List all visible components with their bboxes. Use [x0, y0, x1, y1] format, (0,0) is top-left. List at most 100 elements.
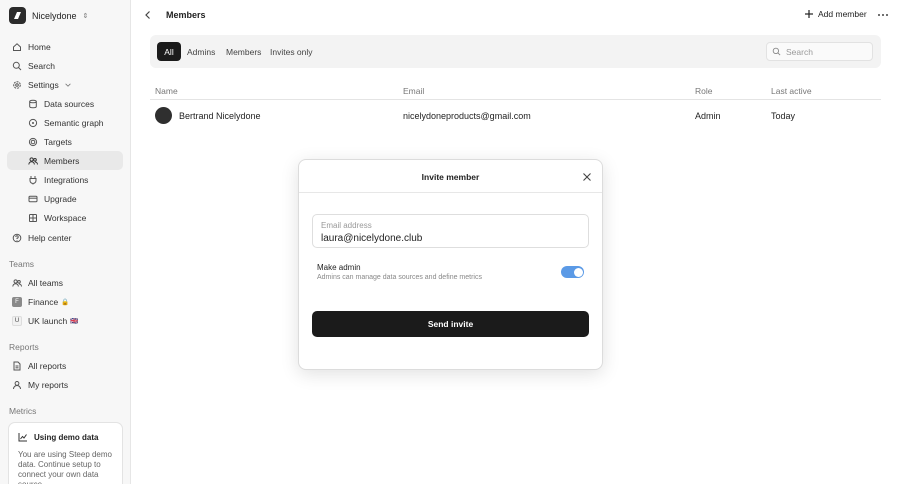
database-icon — [29, 99, 37, 108]
sidebar-item-workspace[interactable]: Workspace — [7, 208, 123, 227]
search-placeholder: Search — [786, 46, 813, 57]
make-admin-description: Admins can manage data sources and defin… — [317, 274, 482, 281]
sidebar-item-data-sources[interactable]: Data sources — [7, 94, 123, 113]
table-divider — [150, 99, 881, 100]
demo-card-title: Using demo data — [34, 432, 99, 442]
sidebar-item-label: My reports — [28, 379, 69, 390]
workspace-logo-icon — [9, 7, 26, 24]
back-arrow-icon[interactable] — [142, 9, 154, 21]
sidebar-item-members[interactable]: Members — [7, 151, 123, 170]
sidebar-item-search[interactable]: Search — [7, 56, 123, 75]
teams-heading: Teams — [9, 259, 35, 269]
metrics-heading: Metrics — [9, 406, 37, 416]
building-icon — [29, 213, 37, 222]
sidebar-item-label: Help center — [28, 232, 72, 243]
chevron-updown-icon: ⇕ — [82, 12, 89, 20]
sidebar-item-label: UK launch — [28, 315, 68, 326]
email-field-label: Email address — [321, 221, 372, 230]
invite-member-dialog: Invite member Email address Make admin A… — [298, 159, 603, 370]
tab-all[interactable]: All — [157, 42, 181, 61]
plus-icon — [805, 10, 813, 18]
member-email: nicelydoneproducts@gmail.com — [403, 111, 531, 121]
column-header-name[interactable]: Name — [155, 86, 178, 96]
sidebar-item-label: Finance — [28, 296, 59, 307]
user-icon — [13, 380, 21, 389]
more-options-icon[interactable] — [876, 9, 890, 21]
page-title: Members — [166, 10, 206, 20]
gear-icon — [13, 80, 21, 89]
reports-heading: Reports — [9, 342, 39, 352]
add-member-label: Add member — [818, 9, 867, 19]
sidebar-item-settings[interactable]: Settings — [7, 75, 123, 94]
add-member-button[interactable]: Add member — [804, 9, 867, 19]
email-input[interactable] — [321, 233, 580, 244]
workspace-switcher[interactable]: Nicelydone ⇕ — [9, 7, 88, 24]
avatar — [155, 107, 172, 124]
sidebar-item-upgrade[interactable]: Upgrade — [7, 189, 123, 208]
line-chart-icon — [18, 433, 27, 442]
send-invite-button[interactable]: Send invite — [312, 311, 589, 337]
document-icon — [13, 361, 21, 370]
team-avatar: U — [12, 315, 22, 326]
plug-icon — [29, 175, 37, 184]
demo-data-card[interactable]: Using demo data You are using Steep demo… — [8, 422, 123, 484]
sidebar-item-semantic-graph[interactable]: Semantic graph — [7, 113, 123, 132]
team-avatar: F — [12, 296, 22, 307]
sidebar-item-targets[interactable]: Targets — [7, 132, 123, 151]
uk-flag-icon: 🇬🇧 — [70, 317, 79, 325]
sidebar-item-all-reports[interactable]: All reports — [7, 356, 123, 375]
users-icon — [12, 278, 22, 287]
dialog-title: Invite member — [421, 172, 480, 182]
column-header-email[interactable]: Email — [403, 86, 424, 96]
email-field[interactable]: Email address — [312, 214, 589, 248]
search-input[interactable]: Search — [766, 42, 873, 61]
lock-icon: 🔒 — [61, 298, 70, 306]
filter-bar: All Admins Members Invites only Search — [150, 35, 881, 68]
sidebar-item-label: Targets — [44, 136, 72, 147]
sidebar: Nicelydone ⇕ Home Search Settings Data s… — [0, 0, 131, 484]
help-icon — [12, 233, 22, 242]
sidebar-item-team-finance[interactable]: F Finance 🔒 — [7, 292, 123, 311]
sidebar-item-home[interactable]: Home — [7, 37, 123, 56]
sidebar-item-label: Search — [28, 60, 55, 71]
sidebar-item-label: Upgrade — [44, 193, 77, 204]
search-icon — [772, 47, 781, 56]
sidebar-item-team-uk-launch[interactable]: U UK launch 🇬🇧 — [7, 311, 123, 330]
sidebar-item-label: All teams — [28, 277, 63, 288]
graph-icon — [28, 118, 38, 127]
sidebar-item-label: Semantic graph — [44, 117, 104, 128]
close-icon[interactable] — [581, 171, 593, 183]
target-icon — [28, 137, 38, 146]
member-name: Bertrand Nicelydone — [179, 111, 261, 121]
make-admin-toggle[interactable] — [561, 266, 584, 278]
column-header-last-active[interactable]: Last active — [771, 86, 812, 96]
demo-card-header: Using demo data — [18, 432, 113, 442]
sidebar-item-all-teams[interactable]: All teams — [7, 273, 123, 292]
sidebar-item-my-reports[interactable]: My reports — [7, 375, 123, 394]
sidebar-item-label: Members — [44, 155, 80, 166]
sidebar-item-label: All reports — [28, 360, 67, 371]
demo-card-body: You are using Steep demo data. Continue … — [18, 450, 112, 484]
card-icon — [28, 195, 38, 202]
users-icon — [28, 156, 38, 165]
sidebar-item-help-center[interactable]: Help center — [7, 228, 123, 247]
tab-admins[interactable]: Admins — [187, 42, 215, 61]
sidebar-item-label: Home — [28, 41, 51, 52]
workspace-name: Nicelydone — [32, 10, 77, 21]
tab-invites-only[interactable]: Invites only — [270, 42, 313, 61]
sidebar-item-label: Workspace — [44, 212, 87, 223]
sidebar-item-label: Data sources — [44, 98, 95, 109]
member-last-active: Today — [771, 111, 796, 121]
tab-members[interactable]: Members — [226, 42, 261, 61]
home-icon — [13, 42, 21, 51]
sidebar-item-label: Settings — [28, 79, 59, 90]
column-header-role[interactable]: Role — [695, 86, 712, 96]
sidebar-item-integrations[interactable]: Integrations — [7, 170, 123, 189]
make-admin-label: Make admin — [317, 263, 361, 272]
dialog-divider — [299, 192, 602, 193]
member-role: Admin — [695, 111, 721, 121]
toggle-knob — [573, 267, 583, 277]
chevron-down-icon — [65, 83, 71, 87]
search-icon — [12, 61, 22, 70]
sidebar-item-label: Integrations — [44, 174, 89, 185]
